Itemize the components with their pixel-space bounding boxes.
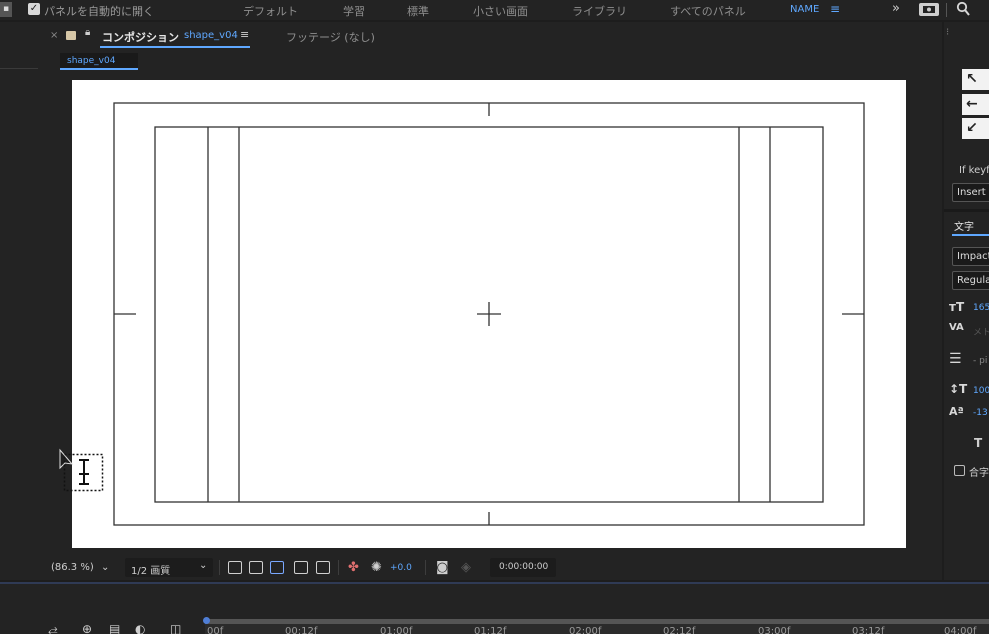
arrow-down-left-icon[interactable]: ↙: [962, 118, 989, 139]
topbar-divider: [946, 3, 947, 17]
workspace-tab-learn[interactable]: 学習: [343, 3, 365, 19]
frame-blending-icon[interactable]: ▤: [109, 622, 120, 634]
composition-tabbar: × 🔒︎ コンポジション shape_v04 ≡ フッテージ (なし): [38, 22, 942, 48]
composition-breadcrumb[interactable]: shape_v04: [60, 53, 138, 70]
color-management-icon[interactable]: ✺: [371, 560, 382, 575]
workspace-tab-all-panels[interactable]: すべてのパネル: [670, 3, 746, 19]
font-size-icon: ᴛT: [949, 300, 965, 314]
workspace-tab-libraries[interactable]: ライブラリ: [572, 3, 627, 19]
workspace-tab-default[interactable]: デフォルト: [243, 3, 298, 19]
project-panel-edge: [0, 22, 38, 580]
footage-tab[interactable]: フッテージ (なし): [286, 29, 375, 45]
mask-path-icon[interactable]: [270, 561, 284, 574]
region-of-interest-icon[interactable]: [294, 561, 308, 574]
time-tick: 03:00f: [758, 626, 791, 634]
character-panel-tab[interactable]: 文字: [954, 218, 974, 233]
show-snapshot-icon[interactable]: ◈: [461, 560, 471, 575]
font-family-dropdown[interactable]: Impact: [952, 247, 989, 266]
vertical-scale-icon: ↕T: [949, 382, 968, 396]
composition-flowchart-icon[interactable]: ⥄: [48, 622, 58, 634]
time-tick: 00:12f: [285, 626, 318, 634]
panel-edge-mark: ⁝: [946, 27, 950, 38]
arrow-left-icon[interactable]: ←: [962, 94, 989, 115]
panel-menu-icon[interactable]: ≡: [240, 28, 249, 41]
composition-panel: × 🔒︎ コンポジション shape_v04 ≡ フッテージ (なし) shap…: [38, 22, 942, 580]
fast-previews-icon[interactable]: [228, 561, 242, 574]
label-color-swatch[interactable]: [66, 31, 76, 40]
display-icon[interactable]: [919, 3, 939, 16]
timeline-top-border: [0, 582, 989, 584]
stroke-width-value[interactable]: - pi: [973, 356, 987, 366]
footer-divider: [425, 560, 426, 575]
baseline-shift-value[interactable]: -13: [973, 408, 988, 418]
time-tick: 04:00f: [944, 626, 977, 634]
safe-zone-guides: [113, 102, 865, 526]
active-tab-underline: [952, 234, 989, 236]
composition-tab-name[interactable]: shape_v04: [184, 30, 238, 41]
time-tick: 03:12f: [852, 626, 885, 634]
time-tick: 01:00f: [380, 626, 413, 634]
zoom-chevron-down-icon[interactable]: ⌄: [101, 562, 109, 573]
graph-editor-icon[interactable]: ◫: [170, 622, 181, 634]
kerning-icon: VA: [949, 322, 964, 333]
panel-divider: [944, 209, 989, 212]
footer-divider: [338, 560, 339, 575]
ligature-checkbox[interactable]: [954, 465, 965, 476]
workspace-bar: ▪ ✓ パネルを自動的に開く デフォルト 学習 標準 小さい画面 ライブラリ す…: [0, 0, 989, 20]
zoom-dropdown[interactable]: (86.3 %): [51, 562, 94, 573]
panel-divider: [0, 68, 38, 69]
footer-divider: [219, 560, 220, 575]
current-timecode: 0:00:00:00: [499, 562, 549, 572]
resolution-label: 1/2 画質: [131, 566, 171, 577]
kerning-value[interactable]: メト: [973, 325, 989, 338]
type-tool-cursor: [58, 448, 106, 494]
panel-icon[interactable]: ▪: [0, 2, 12, 17]
insert-button[interactable]: Insert: [952, 183, 989, 202]
guides-options-icon[interactable]: [316, 561, 330, 574]
keyframe-label: If keyf: [959, 165, 989, 176]
resolution-dropdown[interactable]: 1/2 画質 ⌄: [125, 558, 213, 577]
ligature-label: 合字: [969, 468, 989, 479]
baseline-shift-icon: Aª: [949, 405, 964, 418]
more-workspaces-icon[interactable]: »: [892, 1, 900, 16]
close-panel-icon[interactable]: ×: [50, 30, 58, 41]
workspace-tab-standard[interactable]: 標準: [407, 3, 429, 19]
time-tick: 00f: [207, 626, 224, 634]
timeline-panel: ⥄ ⊕ ▤ ◐ ◫ 00f 00:12f 01:00f 01:12f 02:00…: [0, 582, 989, 634]
search-icon[interactable]: [956, 1, 970, 17]
transparency-grid-icon[interactable]: [249, 561, 263, 574]
color-channels-icon[interactable]: ✤: [348, 560, 359, 575]
playhead[interactable]: [203, 617, 210, 624]
arrow-up-left-icon[interactable]: ↖: [962, 69, 989, 90]
viewer-footer: (86.3 %) ⌄ 1/2 画質 ⌄ ✤ ✺ +0.0 ◙ ◈ 0:00:00…: [38, 557, 942, 579]
auto-open-checkbox[interactable]: ✓: [28, 3, 40, 15]
composition-tab-label[interactable]: コンポジション: [102, 29, 179, 45]
time-tick: 01:12f: [474, 626, 507, 634]
composition-viewer-canvas[interactable]: [72, 80, 906, 548]
right-panel: ⁝ ↖ ← ↙ If keyf Insert 文字 Impact Regular…: [944, 22, 989, 580]
vertical-scale-value[interactable]: 100: [973, 386, 989, 396]
current-time-field[interactable]: 0:00:00:00: [490, 558, 556, 577]
stroke-width-icon: ☰: [949, 351, 962, 367]
active-tab-underline: [100, 46, 250, 48]
resolution-chevron-down-icon: ⌄: [199, 560, 208, 571]
faux-bold-icon[interactable]: T: [974, 436, 982, 450]
time-tick: 02:00f: [569, 626, 602, 634]
lock-icon[interactable]: 🔒︎: [85, 27, 90, 38]
workspace-tab-name[interactable]: NAME: [790, 4, 819, 15]
work-area-bar[interactable]: [205, 619, 989, 624]
exposure-value[interactable]: +0.0: [390, 563, 412, 573]
workspace-menu-icon[interactable]: ≡: [830, 2, 840, 16]
motion-blur-icon[interactable]: ◐: [135, 622, 145, 634]
auto-open-label: パネルを自動的に開く: [44, 5, 154, 18]
font-style-dropdown[interactable]: Regular: [952, 271, 989, 290]
shy-layers-icon[interactable]: ⊕: [82, 622, 92, 634]
workspace-tab-small-screen[interactable]: 小さい画面: [473, 3, 528, 19]
snapshot-camera-icon[interactable]: ◙: [436, 560, 449, 575]
font-size-value[interactable]: 165: [973, 303, 989, 313]
time-tick: 02:12f: [663, 626, 696, 634]
